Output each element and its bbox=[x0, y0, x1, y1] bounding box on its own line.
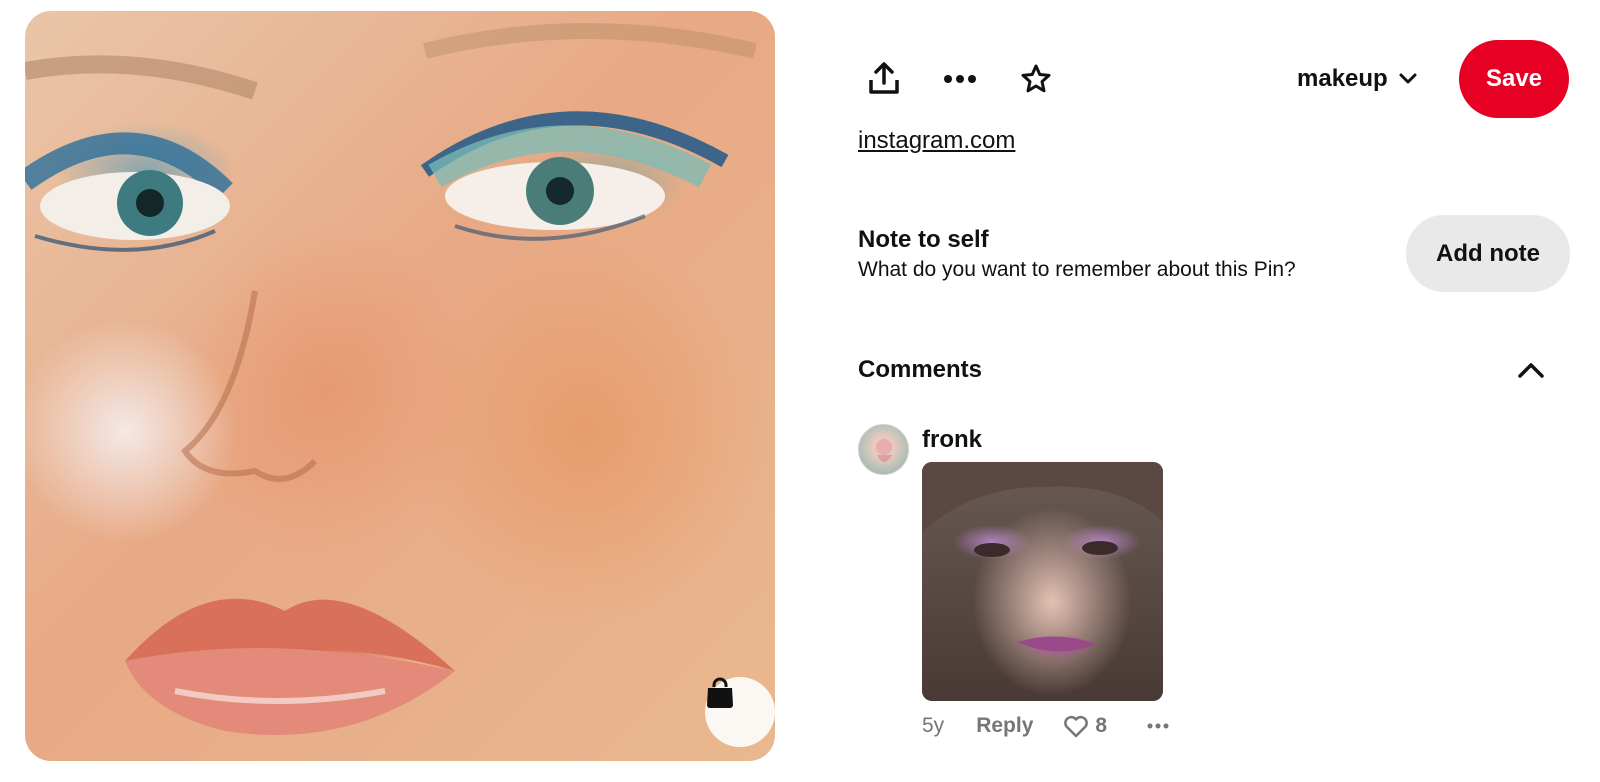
favorite-button[interactable] bbox=[1010, 53, 1062, 105]
note-prompt: What do you want to remember about this … bbox=[858, 258, 1296, 281]
pin-toolbar: makeup Save bbox=[858, 40, 1570, 118]
like-count: 8 bbox=[1095, 714, 1108, 737]
add-note-button[interactable]: Add note bbox=[1406, 215, 1570, 292]
more-options-button[interactable] bbox=[934, 53, 986, 105]
board-select-dropdown[interactable]: makeup bbox=[1297, 58, 1418, 100]
note-title: Note to self bbox=[858, 226, 989, 253]
comment-more-button[interactable] bbox=[1147, 723, 1169, 729]
star-icon bbox=[1021, 64, 1051, 93]
shop-button[interactable] bbox=[705, 677, 775, 747]
source-link[interactable]: instagram.com bbox=[858, 127, 1015, 155]
comment-image[interactable] bbox=[922, 462, 1163, 701]
more-dots-icon bbox=[1147, 723, 1169, 729]
comments-collapse-button[interactable] bbox=[1515, 355, 1547, 387]
comment-meta: 5y Reply 8 bbox=[922, 714, 1169, 738]
more-dots-icon bbox=[944, 75, 976, 83]
like-button[interactable]: 8 bbox=[1063, 714, 1107, 738]
share-button[interactable] bbox=[858, 53, 910, 105]
heart-icon bbox=[1064, 715, 1089, 738]
pin-image[interactable] bbox=[25, 11, 775, 761]
shopping-bag-icon bbox=[707, 677, 733, 708]
comment-image-illustration bbox=[922, 462, 1163, 652]
share-icon bbox=[869, 62, 899, 94]
save-button[interactable]: Save bbox=[1459, 40, 1569, 118]
comments-heading: Comments bbox=[858, 356, 983, 383]
pin-image-illustration bbox=[25, 23, 757, 735]
comment-item: fronk 5y Reply 8 bbox=[858, 424, 1558, 774]
chevron-down-icon bbox=[1399, 73, 1417, 84]
avatar-illustration bbox=[876, 439, 892, 462]
chevron-up-icon bbox=[1518, 363, 1544, 378]
comment-author[interactable]: fronk bbox=[922, 426, 982, 454]
comment-timestamp: 5y bbox=[922, 714, 945, 737]
avatar[interactable] bbox=[858, 424, 909, 475]
reply-button[interactable]: Reply bbox=[976, 714, 1033, 738]
board-name: makeup bbox=[1297, 65, 1388, 92]
